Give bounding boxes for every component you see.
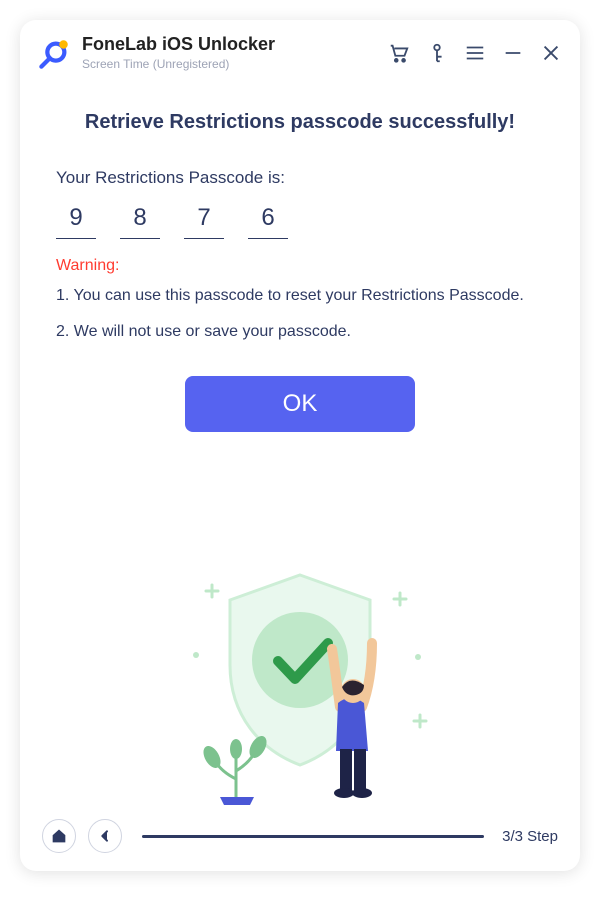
menu-icon[interactable] (464, 42, 486, 64)
title-texts: FoneLab iOS Unlocker Screen Time (Unregi… (82, 34, 388, 71)
key-icon[interactable] (426, 42, 448, 64)
content-area: Retrieve Restrictions passcode successfu… (20, 77, 580, 805)
title-bar: FoneLab iOS Unlocker Screen Time (Unregi… (20, 20, 580, 77)
title-bar-icons (388, 42, 562, 64)
passcode-digit-2: 8 (120, 200, 160, 239)
app-subtitle: Screen Time (Unregistered) (82, 57, 388, 71)
warning-note-2: 2. We will not use or save your passcode… (56, 321, 544, 343)
app-window: FoneLab iOS Unlocker Screen Time (Unregi… (20, 20, 580, 871)
page-heading: Retrieve Restrictions passcode successfu… (56, 111, 544, 134)
minimize-icon[interactable] (502, 42, 524, 64)
app-logo-icon (38, 36, 72, 70)
step-indicator: 3/3 Step (502, 828, 558, 845)
footer-bar: 3/3 Step (20, 805, 580, 871)
ok-button[interactable]: OK (185, 376, 415, 432)
passcode-digit-1: 9 (56, 200, 96, 239)
app-title: FoneLab iOS Unlocker (82, 34, 388, 55)
chevron-left-icon (97, 828, 113, 844)
passcode-digits: 9 8 7 6 (56, 200, 544, 239)
progress-bar (142, 835, 484, 838)
close-icon[interactable] (540, 42, 562, 64)
success-illustration (56, 442, 544, 805)
back-button[interactable] (88, 819, 122, 853)
home-icon (51, 828, 67, 844)
cart-icon[interactable] (388, 42, 410, 64)
passcode-label: Your Restrictions Passcode is: (56, 168, 544, 188)
home-button[interactable] (42, 819, 76, 853)
warning-label: Warning: (56, 257, 544, 275)
warning-note-1: 1. You can use this passcode to reset yo… (56, 285, 544, 307)
passcode-digit-3: 7 (184, 200, 224, 239)
passcode-digit-4: 6 (248, 200, 288, 239)
